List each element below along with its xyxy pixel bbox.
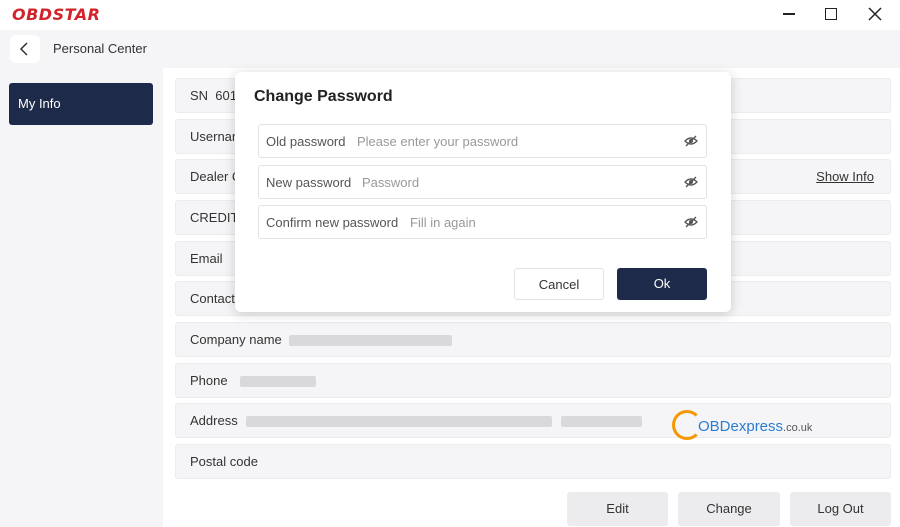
- change-password-dialog: Change Password Old password New passwor…: [235, 72, 731, 312]
- eye-off-icon[interactable]: [684, 135, 698, 147]
- cancel-button[interactable]: Cancel: [514, 268, 604, 300]
- old-password-field: Old password: [258, 124, 707, 158]
- eye-off-icon[interactable]: [684, 176, 698, 188]
- ok-button[interactable]: Ok: [617, 268, 707, 300]
- confirm-password-input[interactable]: [410, 210, 667, 234]
- new-password-input[interactable]: [362, 170, 667, 194]
- old-password-label: Old password: [266, 134, 346, 149]
- old-password-input[interactable]: [357, 129, 667, 153]
- confirm-password-label: Confirm new password: [266, 215, 399, 230]
- new-password-field: New password: [258, 165, 707, 199]
- new-password-label: New password: [266, 175, 352, 190]
- eye-off-icon[interactable]: [684, 216, 698, 228]
- confirm-password-field: Confirm new password: [258, 205, 707, 239]
- modal-overlay: Change Password Old password New passwor…: [0, 0, 900, 527]
- dialog-title: Change Password: [254, 88, 393, 105]
